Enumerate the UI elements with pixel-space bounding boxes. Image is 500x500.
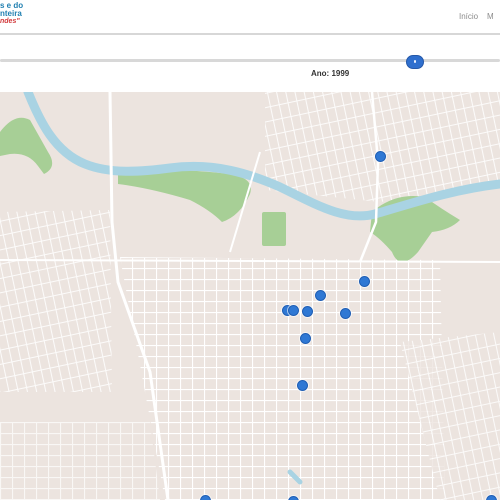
map-marker[interactable] bbox=[340, 308, 351, 319]
city-grid-central bbox=[120, 257, 445, 500]
map-marker[interactable] bbox=[297, 380, 308, 391]
map-marker[interactable] bbox=[288, 305, 299, 316]
map-marker[interactable] bbox=[486, 495, 497, 500]
brand-line-2: nteira bbox=[0, 9, 22, 18]
app-header: s e do nteira ndes" Início M bbox=[0, 0, 500, 34]
year-label: Ano: 1999 bbox=[311, 69, 350, 78]
map-marker[interactable] bbox=[288, 496, 299, 500]
year-slider-track[interactable] bbox=[0, 59, 500, 62]
city-grid-west bbox=[0, 210, 112, 392]
map-marker[interactable] bbox=[375, 151, 386, 162]
brand-logo[interactable]: s e do nteira ndes" bbox=[0, 2, 23, 26]
park-square bbox=[262, 212, 286, 246]
map-marker[interactable] bbox=[359, 276, 370, 287]
year-slider-handle[interactable] bbox=[406, 55, 424, 69]
map-marker[interactable] bbox=[300, 333, 311, 344]
nav-link-inicio[interactable]: Início bbox=[459, 12, 478, 21]
map-view[interactable] bbox=[0, 92, 500, 500]
map-marker[interactable] bbox=[302, 306, 313, 317]
nav-link-more[interactable]: M bbox=[487, 12, 494, 21]
city-grid-southwest bbox=[0, 422, 160, 500]
brand-line-3: ndes" bbox=[0, 18, 20, 25]
map-canvas bbox=[0, 92, 500, 500]
year-slider-panel: Ano: 1999 bbox=[0, 35, 500, 92]
map-marker[interactable] bbox=[315, 290, 326, 301]
map-marker[interactable] bbox=[200, 495, 211, 500]
